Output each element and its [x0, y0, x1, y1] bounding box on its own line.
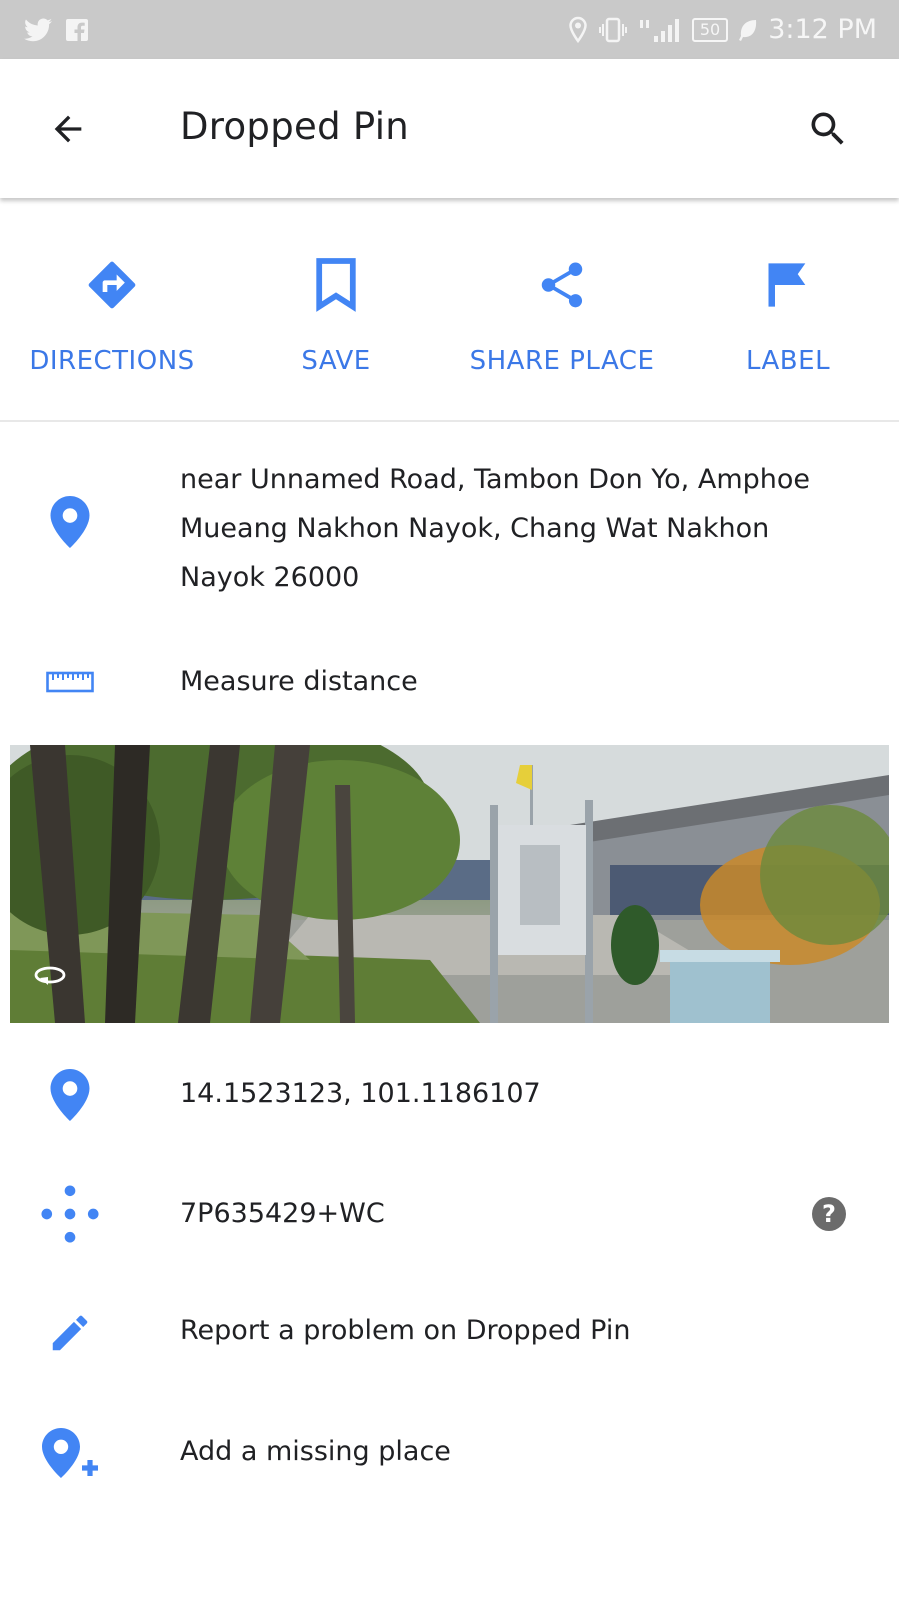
page-title: Dropped Pin [180, 105, 410, 148]
plus-code-icon-wrap [40, 1183, 100, 1245]
share-place-label: SHARE PLACE [469, 346, 655, 376]
label-label: LABEL [745, 346, 831, 376]
search-icon [811, 112, 844, 145]
signal-icon [639, 18, 679, 42]
report-icon-wrap [40, 1310, 100, 1356]
action-bar: DIRECTIONS SAVE SHARE PLACE LABEL [0, 240, 899, 420]
coordinates-pin [40, 1069, 100, 1121]
directions-icon [88, 261, 136, 309]
plus-code-text: 7P635429+WC [180, 1198, 385, 1229]
battery-indicator: 50 [691, 17, 729, 42]
street-view-image [10, 745, 889, 1023]
facebook-icon [66, 18, 88, 41]
save-label: SAVE [301, 346, 371, 376]
place-icon [50, 496, 90, 548]
save-button[interactable]: SAVE [224, 240, 448, 390]
twitter-icon [24, 17, 52, 41]
address-text: near Unnamed Road, Tambon Don Yo, Amphoe… [180, 464, 811, 593]
status-right: 50 3:12 PM [568, 14, 877, 45]
bookmark-icon [316, 258, 356, 312]
measure-icon-wrap [40, 670, 100, 694]
back-button[interactable] [40, 101, 96, 157]
add-place-icon-wrap [40, 1428, 100, 1486]
measure-distance-text: Measure distance [180, 666, 418, 697]
search-button[interactable] [800, 101, 856, 157]
vibrate-icon [598, 17, 627, 42]
label-button[interactable]: LABEL [676, 240, 899, 390]
help-icon[interactable]: ? [812, 1197, 846, 1231]
app-bar: Dropped Pin [0, 59, 899, 198]
status-time: 3:12 PM [768, 14, 877, 45]
section-divider [0, 420, 899, 422]
coordinates-text: 14.1523123, 101.1186107 [180, 1078, 541, 1109]
plus-code-icon [41, 1185, 99, 1243]
place-icon [50, 1069, 90, 1121]
add-location-icon [42, 1428, 98, 1478]
leaf-icon [739, 19, 757, 41]
rotate-360-icon[interactable] [32, 965, 68, 987]
location-icon [569, 16, 587, 43]
add-missing-place-text: Add a missing place [180, 1436, 451, 1467]
report-problem-text: Report a problem on Dropped Pin [180, 1315, 631, 1346]
directions-button[interactable]: DIRECTIONS [0, 240, 224, 390]
status-left [24, 17, 88, 42]
edit-icon [52, 1315, 88, 1351]
street-view-photo[interactable] [10, 745, 889, 1023]
ruler-icon [46, 671, 94, 693]
flag-icon [768, 263, 806, 307]
address-pin [40, 496, 100, 548]
share-icon [541, 262, 583, 308]
arrow-back-icon [54, 115, 82, 143]
directions-label: DIRECTIONS [29, 346, 195, 376]
share-place-button[interactable]: SHARE PLACE [450, 240, 674, 390]
status-bar: 50 3:12 PM [0, 0, 899, 59]
